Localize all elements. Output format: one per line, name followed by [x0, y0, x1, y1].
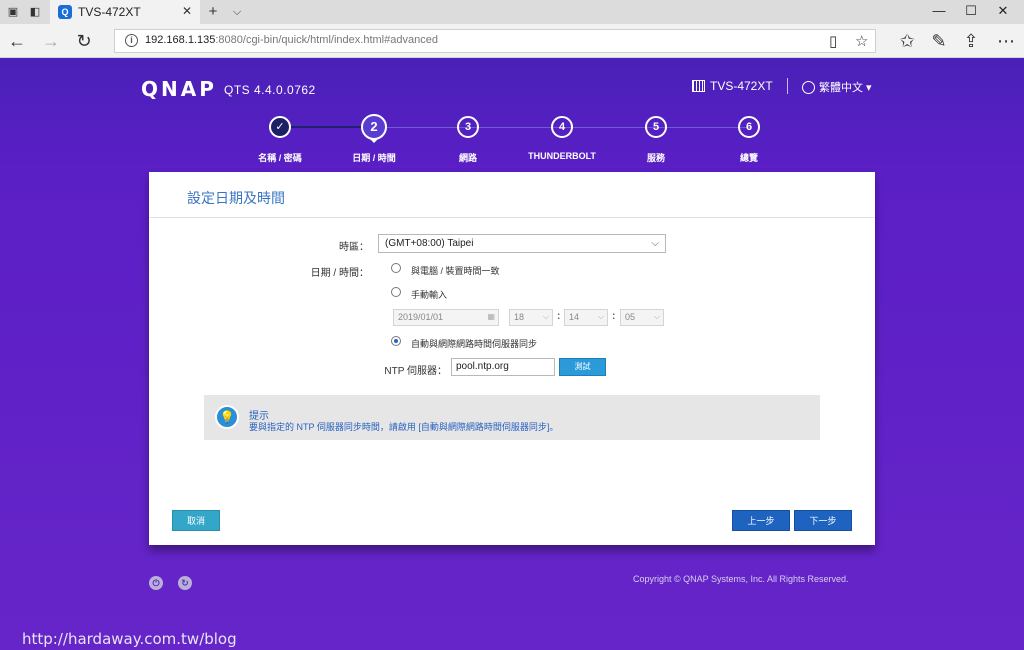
previous-button[interactable]: 上一步 [732, 510, 790, 531]
browser-tab[interactable]: Q TVS-472XT ✕ [50, 0, 200, 24]
radio-ntp[interactable] [391, 336, 401, 346]
close-tab-icon[interactable]: ✕ [182, 4, 192, 18]
maximize-icon[interactable]: ☐ [956, 3, 986, 19]
ntp-server-label: NTP 伺服器： [384, 366, 447, 377]
tip-box: 💡 提示 要與指定的 NTP 伺服器同步時間，請啟用 [自動與網際網路時間伺服器… [204, 395, 820, 440]
url-text[interactable]: 192.168.1.135:8080/cgi-bin/quick/html/in… [145, 34, 438, 46]
favorites-icon[interactable]: ✩ [896, 31, 918, 51]
step-6-label: 總覽 [739, 153, 758, 163]
chevron-down-icon: ⌵ [651, 238, 659, 249]
device-name: TVS-472XT [692, 79, 773, 93]
hour-select[interactable]: 18 ⌵ [509, 309, 553, 326]
refresh-icon[interactable]: ↻ [73, 31, 95, 51]
option-ntp-label[interactable]: 自動與網際網路時間伺服器同步 [411, 337, 537, 350]
chevron-down-icon: ⌵ [653, 312, 660, 321]
header-divider [787, 78, 788, 94]
more-icon[interactable]: ⋯ [995, 31, 1017, 51]
power-icon[interactable]: ⏻ [149, 576, 163, 590]
qts-version: QTS 4.4.0.0762 [224, 83, 316, 97]
minimize-icon[interactable]: — [924, 3, 954, 18]
lightbulb-icon: 💡 [215, 405, 239, 429]
qnap-page: QNAP QTS 4.4.0.0762 TVS-472XT 繁體中文 ▾ ✓ 2… [0, 58, 1024, 650]
copyright-text: Copyright © QNAP Systems, Inc. All Right… [633, 574, 849, 584]
language-selector[interactable]: 繁體中文 ▾ [802, 79, 872, 95]
qnap-logo: QNAP [141, 77, 217, 101]
new-tab-icon[interactable]: + [206, 4, 220, 19]
info-icon[interactable]: i [125, 34, 138, 47]
cancel-button[interactable]: 取消 [172, 510, 220, 531]
test-button[interactable]: 測試 [559, 358, 606, 376]
date-field[interactable]: 2019/01/01 ▦ [393, 309, 499, 326]
divider [149, 217, 875, 218]
time-separator: : [557, 311, 561, 322]
browser-titlebar: ▣ ◧ Q TVS-472XT ✕ + ⌵ — ☐ ✕ [0, 0, 1024, 24]
timezone-label: 時區： [339, 242, 369, 253]
calendar-icon: ▦ [487, 312, 495, 321]
chevron-down-icon: ⌵ [597, 312, 604, 321]
datetime-panel: 設定日期及時間 時區： (GMT+08:00) Taipei ⌵ 日期 / 時間… [149, 172, 875, 545]
next-button[interactable]: 下一步 [794, 510, 852, 531]
qnap-favicon: Q [58, 5, 72, 19]
ntp-server-input[interactable]: pool.ntp.org [451, 358, 555, 376]
address-bar[interactable]: i 192.168.1.135:8080/cgi-bin/quick/html/… [114, 29, 876, 53]
minute-select[interactable]: 14 ⌵ [564, 309, 608, 326]
step-3-circle: 3 [457, 116, 479, 138]
datetime-label: 日期 / 時間： [310, 268, 369, 279]
page-title: 設定日期及時間 [187, 190, 285, 206]
step-2-circle: 2 [361, 114, 387, 140]
chevron-down-icon: ⌵ [542, 312, 549, 321]
timezone-select[interactable]: (GMT+08:00) Taipei ⌵ [378, 234, 666, 253]
nas-device-icon [692, 80, 705, 92]
radio-manual[interactable] [391, 287, 401, 297]
step-5-circle: 5 [645, 116, 667, 138]
option-sync-device-label[interactable]: 與電腦 / 裝置時間一致 [411, 264, 500, 277]
pen-icon[interactable]: ✎ [928, 31, 950, 51]
share-icon[interactable]: ⇪ [960, 31, 982, 51]
globe-icon [802, 81, 815, 94]
tab-preview-icon[interactable]: ▣ [6, 5, 20, 19]
time-separator: : [612, 311, 616, 322]
step-pointer [369, 138, 379, 143]
reading-view-icon[interactable]: ▯ [829, 32, 837, 50]
back-icon[interactable]: ← [6, 31, 28, 51]
option-manual-label[interactable]: 手動輸入 [411, 288, 447, 301]
radio-sync-device[interactable] [391, 263, 401, 273]
watermark-text: http://hardaway.com.tw/blog [22, 630, 237, 648]
browser-toolbar: ← → ↻ i 192.168.1.135:8080/cgi-bin/quick… [0, 24, 1024, 58]
restart-icon[interactable]: ↻ [178, 576, 192, 590]
step-4-circle: 4 [551, 116, 573, 138]
tip-text: 要與指定的 NTP 伺服器同步時間，請啟用 [自動與網際網路時間伺服器同步]。 [249, 422, 559, 432]
step-1-circle: ✓ [269, 116, 291, 138]
close-window-icon[interactable]: ✕ [988, 3, 1018, 19]
chevron-down-icon[interactable]: ⌵ [230, 5, 244, 19]
tab-title: TVS-472XT [78, 5, 141, 19]
forward-icon[interactable]: → [40, 31, 62, 51]
step-6-circle: 6 [738, 116, 760, 138]
second-select[interactable]: 05 ⌵ [620, 309, 664, 326]
favorite-star-icon[interactable]: ☆ [855, 32, 868, 50]
set-aside-tabs-icon[interactable]: ◧ [28, 5, 42, 19]
